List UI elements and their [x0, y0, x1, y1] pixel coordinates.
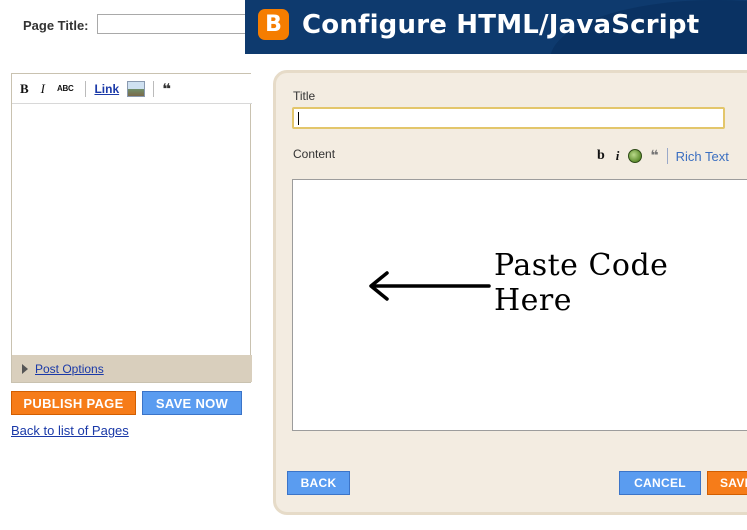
quote-icon[interactable]: ❝ — [650, 148, 658, 164]
blogger-logo-icon: B — [258, 9, 289, 40]
bold-button[interactable]: B — [20, 82, 29, 95]
page-title-input[interactable] — [97, 14, 257, 34]
title-field-label: Title — [293, 89, 316, 103]
link-button[interactable]: Link — [94, 82, 119, 96]
text-caret — [298, 112, 299, 125]
back-button[interactable]: BACK — [287, 471, 350, 495]
title-input[interactable] — [292, 107, 725, 129]
quote-icon[interactable]: ❝ — [162, 80, 171, 98]
publish-page-button[interactable]: PUBLISH PAGE — [11, 391, 136, 415]
dialog-title: Configure HTML/JavaScript — [302, 10, 700, 40]
toolbar-divider — [153, 80, 155, 97]
toolbar-divider — [666, 148, 668, 164]
arrow-left-icon — [369, 271, 491, 301]
post-options-bar: Post Options — [12, 355, 252, 382]
dialog-header: B Configure HTML/JavaScript — [245, 0, 747, 54]
save-button[interactable]: SAVE — [707, 471, 747, 495]
content-field-label: Content — [293, 147, 336, 161]
toolbar-divider — [85, 80, 87, 97]
post-editor-toolbar: B I ABC Link ❝ — [12, 74, 252, 104]
italic-button[interactable]: i — [616, 148, 620, 164]
post-body-editor[interactable] — [12, 104, 250, 354]
save-now-button[interactable]: SAVE NOW — [142, 391, 242, 415]
spellcheck-button[interactable]: ABC — [57, 84, 74, 93]
globe-icon[interactable] — [628, 149, 643, 163]
rich-text-link[interactable]: Rich Text — [676, 149, 729, 164]
page-title-label: Page Title: — [23, 18, 89, 33]
content-toolbar: b i ❝ Rich Text — [597, 147, 729, 165]
image-icon[interactable] — [127, 80, 146, 97]
triangle-right-icon[interactable] — [22, 363, 28, 374]
back-to-pages-link[interactable]: Back to list of Pages — [11, 423, 129, 438]
bold-button[interactable]: b — [597, 148, 605, 164]
post-options-link[interactable]: Post Options — [35, 362, 104, 376]
italic-button[interactable]: I — [41, 82, 45, 95]
paste-code-annotation: Paste Code Here — [494, 248, 669, 318]
cancel-button[interactable]: CANCEL — [619, 471, 701, 495]
